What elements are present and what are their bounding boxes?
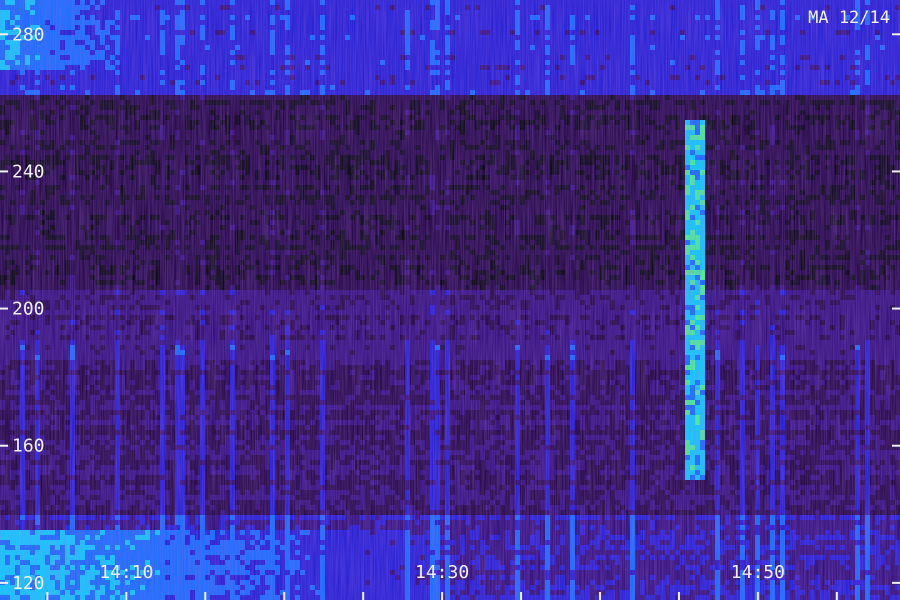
spectrogram-chart: 28024020016012014:10 14:30 14:50 MA 12/14 <box>0 0 900 600</box>
